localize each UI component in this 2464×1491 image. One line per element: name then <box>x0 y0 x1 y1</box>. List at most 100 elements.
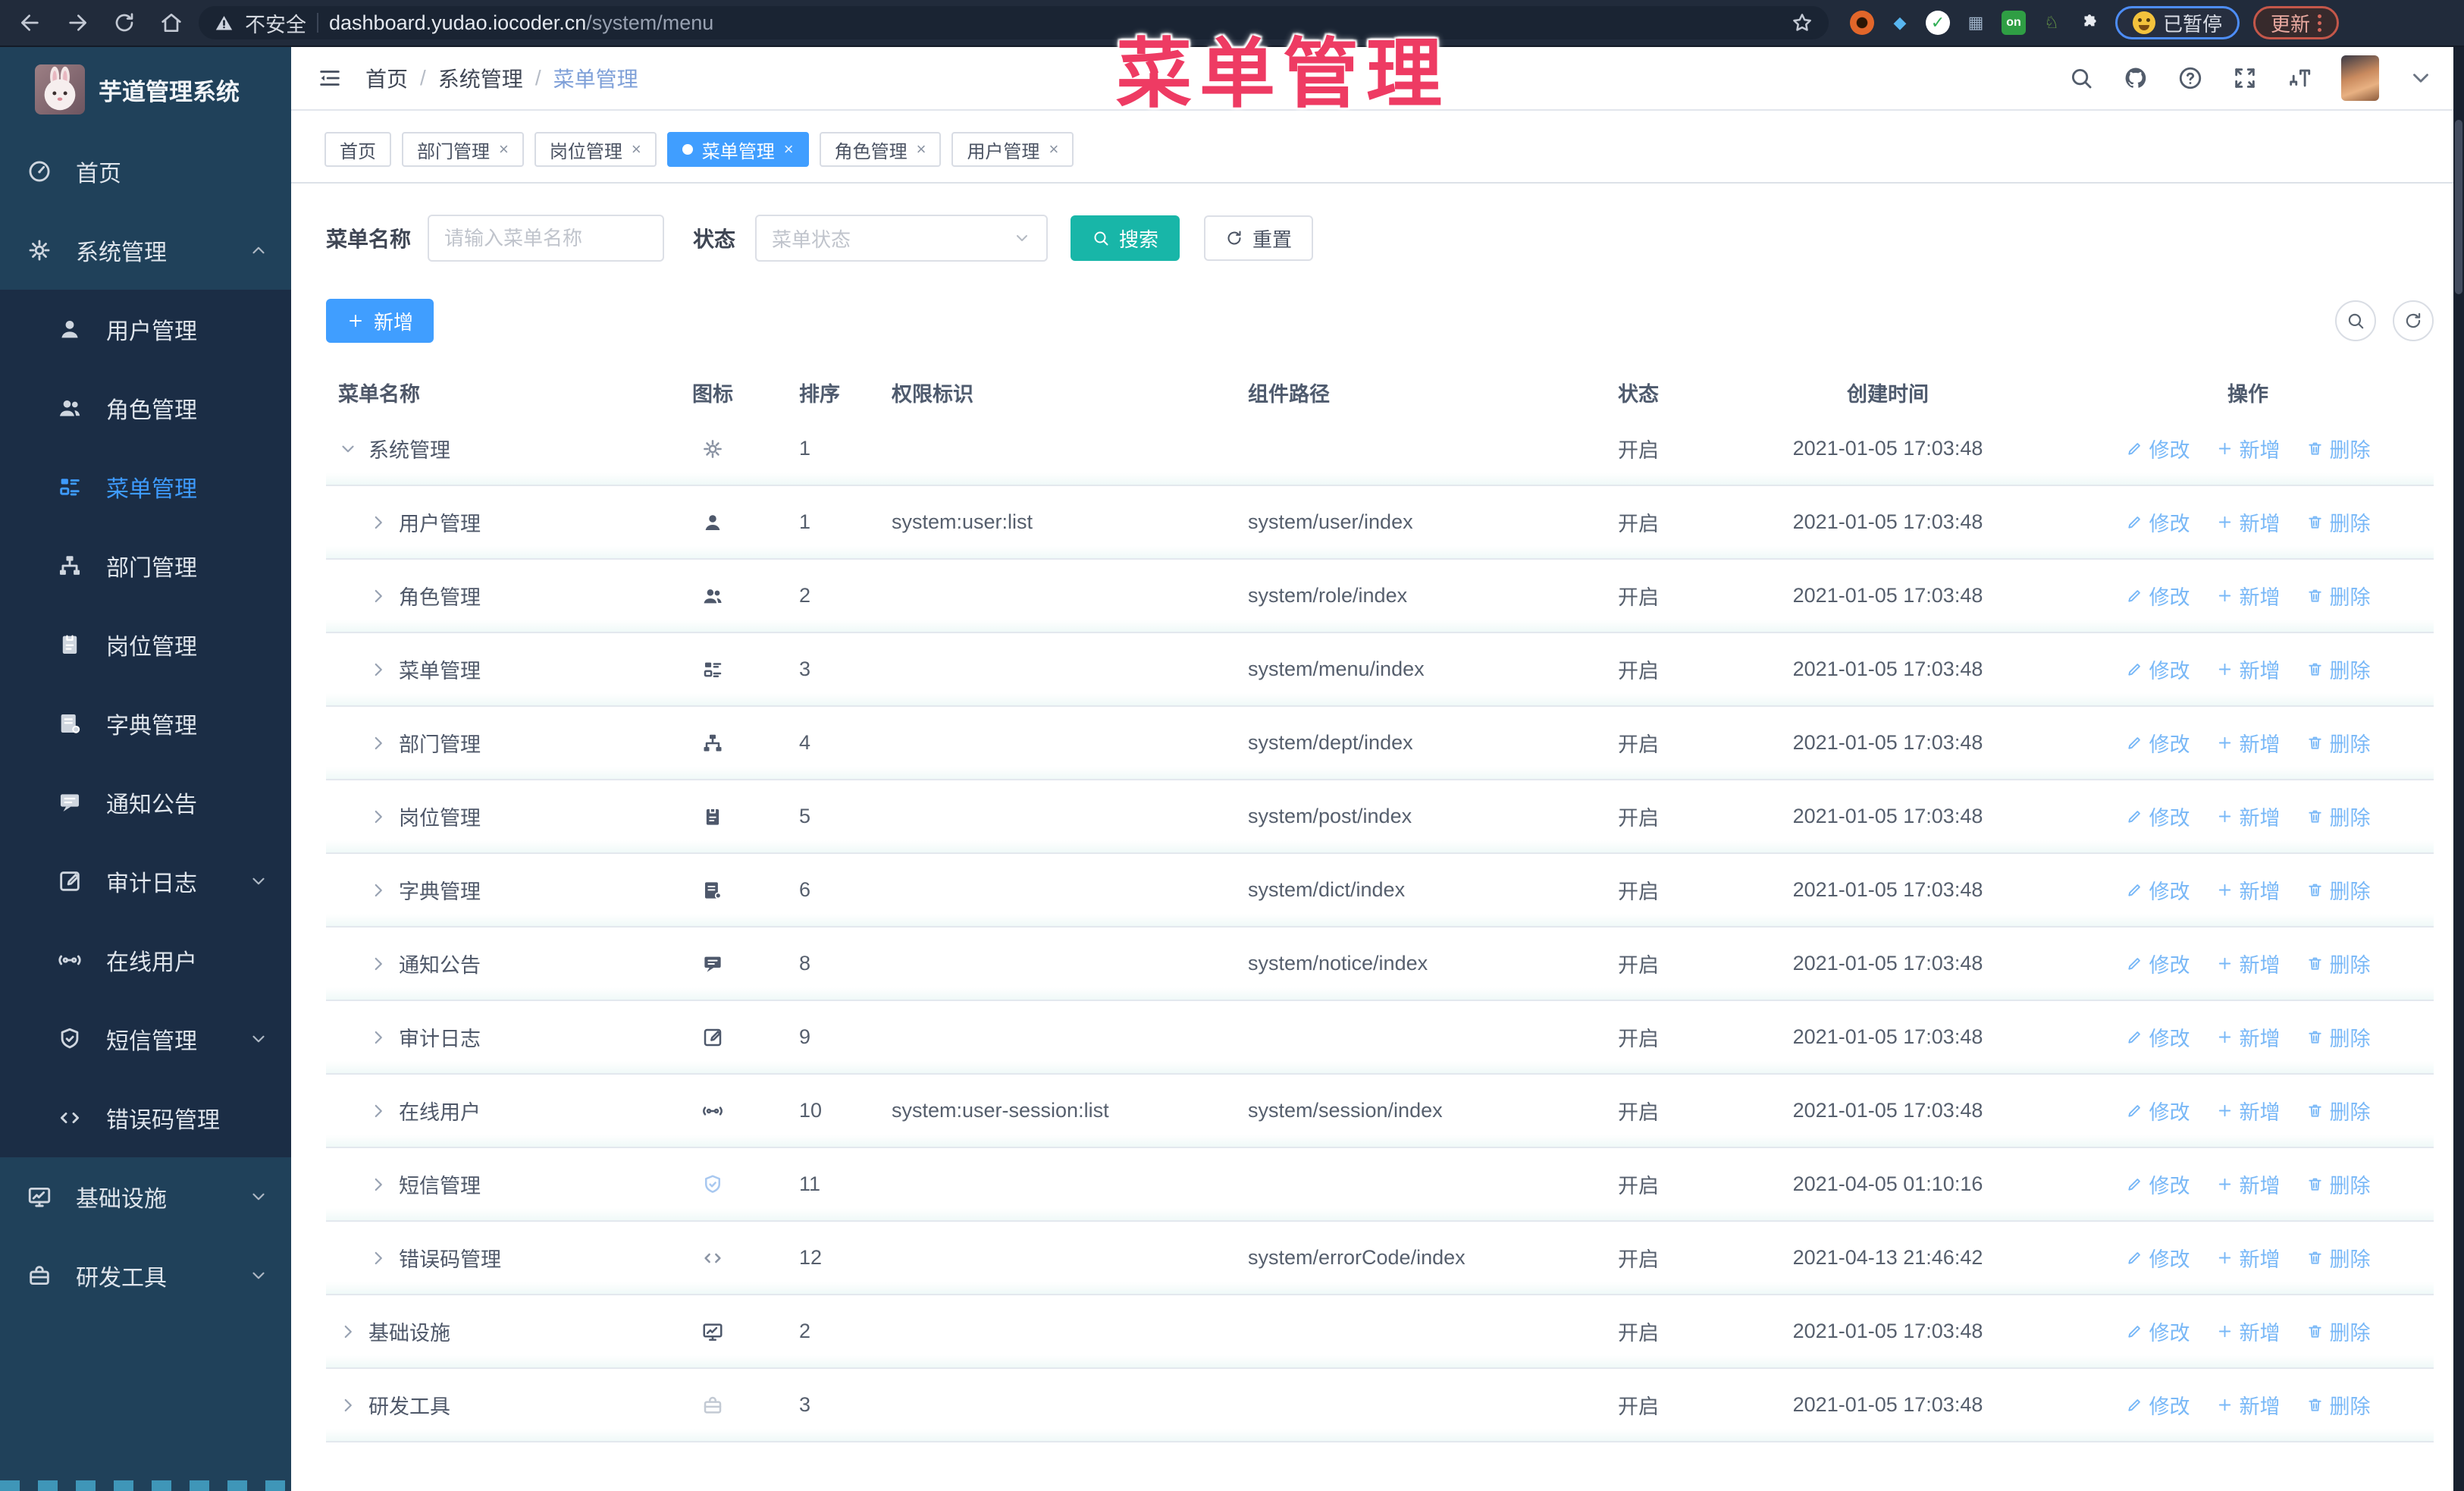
sidebar-item-errorcode[interactable]: 错误码管理 <box>0 1078 291 1157</box>
tab-menu[interactable]: 菜单管理 × <box>666 132 809 167</box>
row-delete-link[interactable]: 删除 <box>2306 728 2371 758</box>
row-add-link[interactable]: 新增 <box>2216 1243 2281 1273</box>
back-icon[interactable] <box>11 5 50 41</box>
font-size-icon[interactable] <box>2287 65 2312 91</box>
row-edit-link[interactable]: 修改 <box>2126 802 2190 831</box>
sidebar-item-user[interactable]: 用户管理 <box>0 290 291 369</box>
tab-close-icon[interactable]: × <box>1049 140 1058 159</box>
menu-name-input[interactable] <box>428 215 665 262</box>
forward-icon[interactable] <box>58 5 97 41</box>
app-logo-row[interactable]: 芋道管理系统 <box>0 47 291 132</box>
browser-update-button[interactable]: 更新 <box>2253 6 2340 39</box>
sidebar-item-infra[interactable]: 基础设施 <box>0 1157 291 1236</box>
extensions-puzzle-icon[interactable] <box>2077 11 2102 35</box>
row-edit-link[interactable]: 修改 <box>2126 654 2190 684</box>
extension-check-icon[interactable]: ✓ <box>1926 11 1950 35</box>
row-edit-link[interactable]: 修改 <box>2126 1390 2190 1420</box>
user-avatar[interactable] <box>2341 55 2379 101</box>
sidebar-collapse-icon[interactable] <box>317 65 343 91</box>
refresh-table-button[interactable] <box>2393 300 2434 341</box>
url-text[interactable]: dashboard.yudao.iocoder.cn/system/menu <box>329 11 713 35</box>
extension-gem-icon[interactable]: ◆ <box>1888 11 1912 35</box>
row-add-link[interactable]: 新增 <box>2216 1390 2281 1420</box>
row-delete-link[interactable]: 删除 <box>2306 1169 2371 1199</box>
row-add-link[interactable]: 新增 <box>2216 802 2281 831</box>
sidebar-item-menu[interactable]: 菜单管理 <box>0 447 291 526</box>
row-delete-link[interactable]: 删除 <box>2306 1022 2371 1052</box>
row-delete-link[interactable]: 删除 <box>2306 802 2371 831</box>
search-icon[interactable] <box>2068 65 2094 91</box>
address-bar[interactable]: 不安全 dashboard.yudao.iocoder.cn/system/me… <box>199 6 1829 39</box>
bookmark-star-icon[interactable] <box>1791 11 1814 34</box>
row-add-link[interactable]: 新增 <box>2216 949 2281 978</box>
row-edit-link[interactable]: 修改 <box>2126 949 2190 978</box>
home-icon[interactable] <box>152 5 191 41</box>
extension-on-badge-icon[interactable]: on <box>2002 11 2026 35</box>
row-edit-link[interactable]: 修改 <box>2126 875 2190 905</box>
row-delete-link[interactable]: 删除 <box>2306 507 2371 537</box>
row-add-link[interactable]: 新增 <box>2216 1169 2281 1199</box>
page-scrollbar[interactable] <box>2453 47 2464 1491</box>
row-delete-link[interactable]: 删除 <box>2306 581 2371 611</box>
search-button[interactable]: 搜索 <box>1071 215 1180 261</box>
tab-close-icon[interactable]: × <box>784 140 794 159</box>
row-delete-link[interactable]: 删除 <box>2306 1390 2371 1420</box>
sidebar-item-role[interactable]: 角色管理 <box>0 369 291 447</box>
row-edit-link[interactable]: 修改 <box>2126 507 2190 537</box>
row-delete-link[interactable]: 删除 <box>2306 654 2371 684</box>
browser-menu-dots-icon[interactable] <box>2318 14 2322 32</box>
breadcrumb-item[interactable]: 首页 <box>365 63 408 93</box>
extension-orange-icon[interactable] <box>1850 11 1874 35</box>
row-edit-link[interactable]: 修改 <box>2126 1243 2190 1273</box>
row-add-link[interactable]: 新增 <box>2216 434 2281 463</box>
status-select[interactable]: 菜单状态 <box>755 215 1049 262</box>
sidebar-item-online[interactable]: 在线用户 <box>0 921 291 1000</box>
tab-role[interactable]: 角色管理 × <box>819 132 942 167</box>
security-label[interactable]: 不安全 <box>245 8 306 38</box>
sidebar-item-post[interactable]: 岗位管理 <box>0 605 291 684</box>
row-edit-link[interactable]: 修改 <box>2126 1096 2190 1125</box>
row-add-link[interactable]: 新增 <box>2216 581 2281 611</box>
row-delete-link[interactable]: 删除 <box>2306 949 2371 978</box>
sidebar-item-system[interactable]: 系统管理 <box>0 211 291 290</box>
extension-green-icon[interactable]: ♘ <box>2039 11 2064 35</box>
fullscreen-icon[interactable] <box>2232 65 2258 91</box>
toggle-search-button[interactable] <box>2335 300 2376 341</box>
row-add-link[interactable]: 新增 <box>2216 1096 2281 1125</box>
row-edit-link[interactable]: 修改 <box>2126 1169 2190 1199</box>
tab-post[interactable]: 岗位管理 × <box>534 132 657 167</box>
extension-tiles-icon[interactable]: ▦ <box>1964 11 1988 35</box>
row-edit-link[interactable]: 修改 <box>2126 434 2190 463</box>
add-button[interactable]: 新增 <box>326 299 434 343</box>
avatar-caret-icon[interactable] <box>2408 65 2434 91</box>
sidebar-item-home[interactable]: 首页 <box>0 132 291 211</box>
sidebar-item-dept[interactable]: 部门管理 <box>0 526 291 605</box>
sidebar-item-sms[interactable]: 短信管理 <box>0 1000 291 1078</box>
row-delete-link[interactable]: 删除 <box>2306 434 2371 463</box>
row-edit-link[interactable]: 修改 <box>2126 1022 2190 1052</box>
row-add-link[interactable]: 新增 <box>2216 1022 2281 1052</box>
help-icon[interactable] <box>2177 65 2203 91</box>
tab-user[interactable]: 用户管理 × <box>951 132 1074 167</box>
tab-close-icon[interactable]: × <box>917 140 926 159</box>
tab-close-icon[interactable]: × <box>632 140 641 159</box>
reset-button[interactable]: 重置 <box>1204 215 1314 261</box>
paused-extension-badge[interactable]: 已暂停 <box>2115 6 2240 39</box>
row-add-link[interactable]: 新增 <box>2216 728 2281 758</box>
row-add-link[interactable]: 新增 <box>2216 654 2281 684</box>
row-delete-link[interactable]: 删除 <box>2306 1243 2371 1273</box>
breadcrumb-item[interactable]: 系统管理 <box>438 63 523 93</box>
tab-home[interactable]: 首页 <box>324 132 391 167</box>
row-delete-link[interactable]: 删除 <box>2306 875 2371 905</box>
row-edit-link[interactable]: 修改 <box>2126 581 2190 611</box>
row-delete-link[interactable]: 删除 <box>2306 1317 2371 1346</box>
tab-dept[interactable]: 部门管理 × <box>402 132 524 167</box>
sidebar-item-notice[interactable]: 通知公告 <box>0 763 291 842</box>
sidebar-item-dict[interactable]: 字典管理 <box>0 684 291 763</box>
tab-close-icon[interactable]: × <box>499 140 509 159</box>
row-edit-link[interactable]: 修改 <box>2126 1317 2190 1346</box>
row-delete-link[interactable]: 删除 <box>2306 1096 2371 1125</box>
row-edit-link[interactable]: 修改 <box>2126 728 2190 758</box>
sidebar-item-auditlog[interactable]: 审计日志 <box>0 842 291 921</box>
row-add-link[interactable]: 新增 <box>2216 875 2281 905</box>
